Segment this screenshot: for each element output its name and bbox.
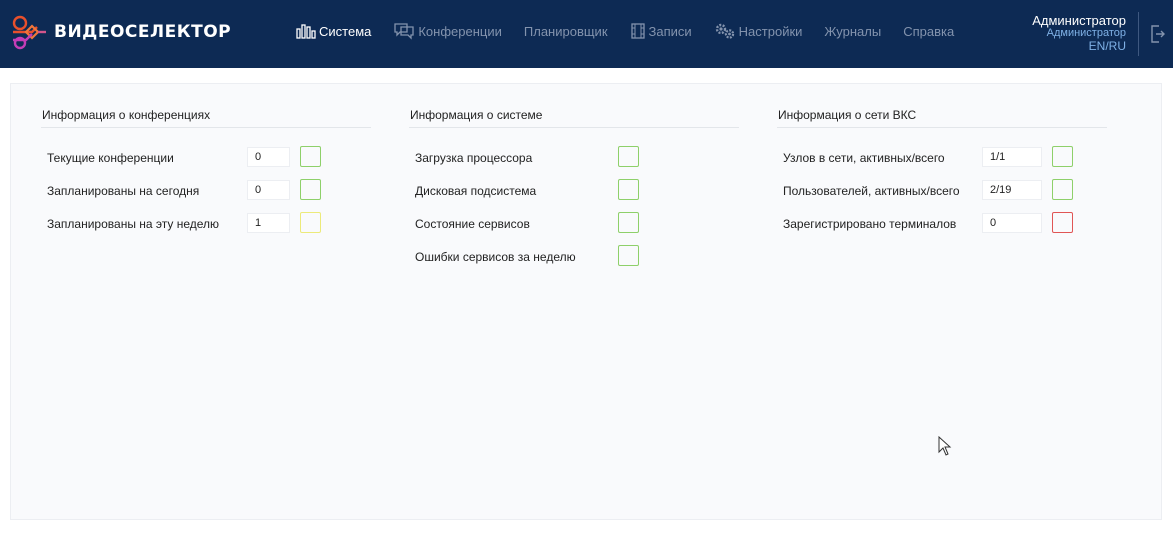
row-value: 0 xyxy=(982,213,1042,233)
nav-item-records-label: Записи xyxy=(648,23,692,39)
dashboard-panel: Информация о конференциях Текущие конфер… xyxy=(10,83,1162,520)
row-label: Запланированы на эту неделю xyxy=(47,217,220,231)
status-indicator xyxy=(1052,179,1073,200)
nav-item-settings[interactable]: Настройки xyxy=(714,22,803,40)
info-row: Узлов в сети, активных/всего 1/1 xyxy=(777,144,1107,177)
section-conferences: Информация о конференциях Текущие конфер… xyxy=(41,108,371,243)
status-indicator xyxy=(300,146,321,167)
top-header: ВИДЕОСЕЛЕКТОР Система Конференции Планир… xyxy=(0,0,1173,68)
main-nav: Система Конференции Планировщик Записи Н… xyxy=(296,20,976,42)
status-indicator xyxy=(300,179,321,200)
nav-item-conferences[interactable]: Конференции xyxy=(393,22,502,40)
row-label: Текущие конференции xyxy=(47,151,174,165)
info-row: Дисковая подсистема xyxy=(409,177,739,210)
header-divider xyxy=(1138,12,1139,56)
info-row: Загрузка процессора xyxy=(409,144,739,177)
section-title: Информация о системе xyxy=(409,108,739,128)
logout-icon[interactable] xyxy=(1150,24,1166,49)
row-label: Ошибки сервисов за неделю xyxy=(415,250,576,264)
nav-item-logs[interactable]: Журналы xyxy=(824,24,881,39)
gears-icon xyxy=(714,22,736,40)
nav-item-conferences-label: Конференции xyxy=(418,23,502,39)
status-indicator xyxy=(618,179,639,200)
brand-name: ВИДЕОСЕЛЕКТОР xyxy=(54,22,232,42)
nav-item-settings-label: Настройки xyxy=(738,23,803,39)
info-row: Пользователей, активных/всего 2/19 xyxy=(777,177,1107,210)
status-indicator xyxy=(1052,146,1073,167)
section-network: Информация о сети ВКС Узлов в сети, акти… xyxy=(777,108,1107,243)
nav-item-system-label: Система xyxy=(319,23,372,39)
row-label: Узлов в сети, активных/всего xyxy=(783,151,945,165)
info-row: Зарегистрировано терминалов 0 xyxy=(777,210,1107,243)
info-row: Ошибки сервисов за неделю xyxy=(409,243,739,276)
status-indicator xyxy=(618,146,639,167)
film-icon xyxy=(630,23,646,39)
chat-bubbles-icon xyxy=(393,22,415,40)
chart-bars-icon xyxy=(296,23,316,39)
row-value: 1/1 xyxy=(982,147,1042,167)
status-indicator xyxy=(618,245,639,266)
row-value: 1 xyxy=(247,213,290,233)
section-system: Информация о системе Загрузка процессора… xyxy=(409,108,739,276)
nav-item-scheduler-label: Планировщик xyxy=(523,23,608,39)
row-label: Загрузка процессора xyxy=(415,151,533,165)
nav-item-logs-label: Журналы xyxy=(824,23,882,39)
row-label: Зарегистрировано терминалов xyxy=(783,217,957,231)
info-row: Запланированы на эту неделю 1 xyxy=(41,210,371,243)
nav-item-system[interactable]: Система xyxy=(296,23,371,39)
nav-item-records[interactable]: Записи xyxy=(630,23,692,39)
row-label: Запланированы на сегодня xyxy=(47,184,200,198)
row-label: Пользователей, активных/всего xyxy=(783,184,960,198)
nav-item-help-label: Справка xyxy=(903,23,955,39)
nav-item-scheduler[interactable]: Планировщик xyxy=(524,24,608,39)
user-name: Администратор xyxy=(1032,13,1126,28)
user-block: Администратор Администратор EN/RU xyxy=(1032,14,1126,53)
section-title: Информация о конференциях xyxy=(41,108,371,128)
row-value: 0 xyxy=(247,147,290,167)
status-indicator xyxy=(300,212,321,233)
section-title: Информация о сети ВКС xyxy=(777,108,1107,128)
brand-logo[interactable]: ВИДЕОСЕЛЕКТОР xyxy=(10,14,231,50)
info-row: Текущие конференции 0 xyxy=(41,144,371,177)
mouse-cursor-icon xyxy=(938,435,952,461)
status-indicator xyxy=(618,212,639,233)
info-row: Запланированы на сегодня 0 xyxy=(41,177,371,210)
row-value: 0 xyxy=(247,180,290,200)
status-indicator xyxy=(1052,212,1073,233)
brand-logo-icon xyxy=(10,14,48,50)
row-value: 2/19 xyxy=(982,180,1042,200)
language-switch[interactable]: EN/RU xyxy=(1032,40,1126,53)
info-row: Состояние сервисов xyxy=(409,210,739,243)
row-label: Дисковая подсистема xyxy=(415,184,537,198)
nav-item-help[interactable]: Справка xyxy=(903,24,954,39)
row-label: Состояние сервисов xyxy=(415,217,530,231)
